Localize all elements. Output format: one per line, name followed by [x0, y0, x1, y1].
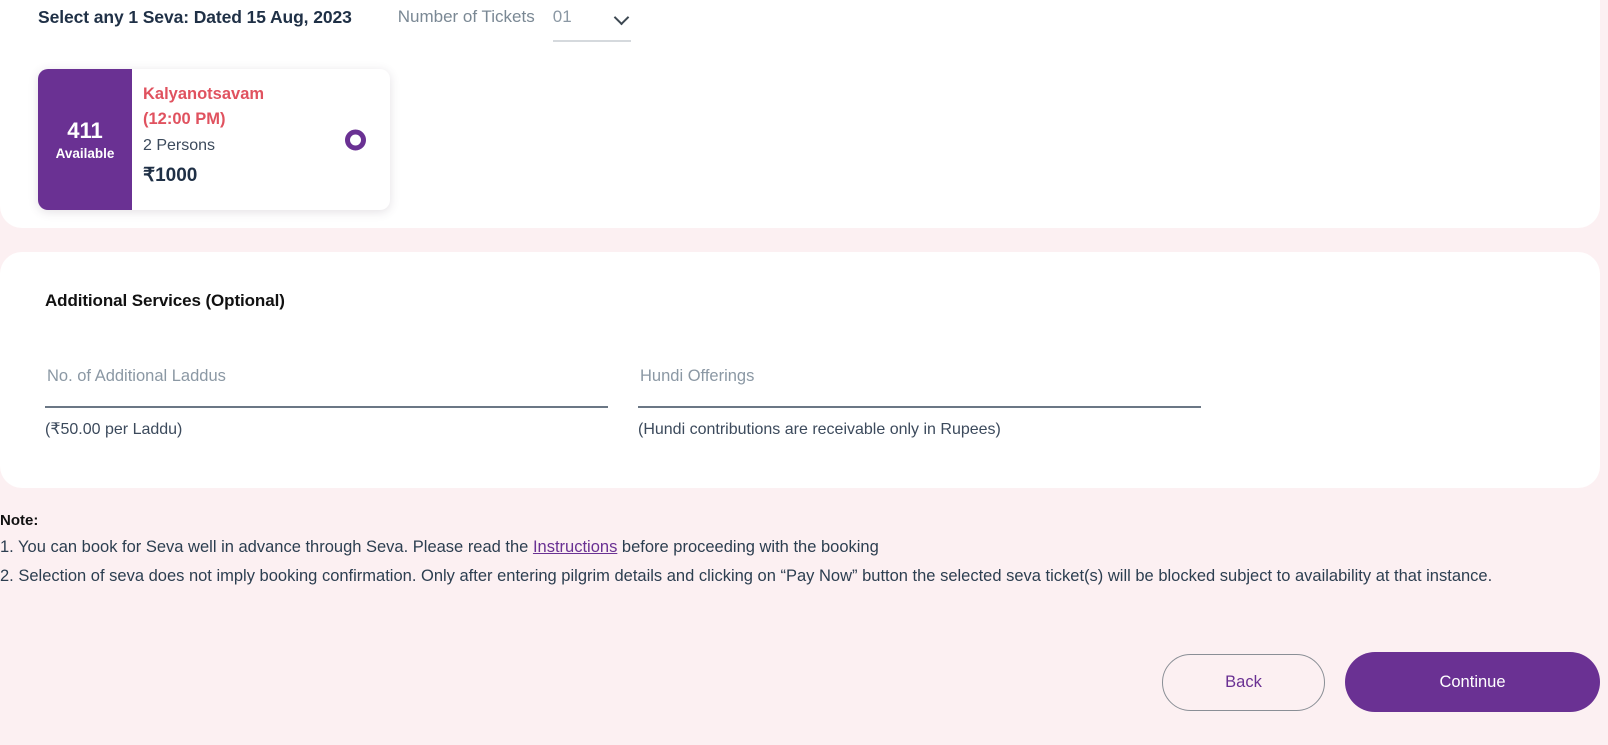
- instructions-link[interactable]: Instructions: [533, 538, 617, 556]
- seva-name: Kalyanotsavam: [143, 85, 265, 103]
- availability-count: 411: [67, 117, 103, 143]
- note-item-1-text-after: before proceeding with the booking: [617, 538, 879, 556]
- ticket-count-value: 01: [552, 7, 572, 26]
- seva-price: ₹1000: [143, 165, 198, 186]
- continue-button[interactable]: Continue: [1345, 652, 1600, 712]
- footer-actions: Back Continue: [1162, 652, 1600, 712]
- ticket-count-group: Number of Tickets 01: [398, 2, 631, 42]
- chevron-down-icon: [615, 10, 629, 24]
- seva-radio-button[interactable]: [345, 129, 366, 150]
- back-button[interactable]: Back: [1162, 653, 1325, 711]
- ticket-count-label: Number of Tickets: [397, 7, 535, 26]
- laddus-price-hint: (₹50.00 per Laddu): [45, 421, 183, 438]
- seva-selection-content: Select any 1 Seva: Dated 15 Aug, 2023 Nu…: [0, 0, 1600, 228]
- note-item-1: 1. You can book for Seva well in advance…: [0, 533, 1560, 562]
- additional-services-panel: Additional Services (Optional) (₹50.00 p…: [0, 252, 1600, 488]
- hundi-currency-hint: (Hundi contributions are receivable only…: [638, 421, 1001, 438]
- page-title: Select any 1 Seva: Dated 15 Aug, 2023: [38, 7, 352, 27]
- note-item-1-text-before: 1. You can book for Seva well in advance…: [0, 538, 533, 556]
- seva-option-card[interactable]: 411 Available Kalyanotsavam (12:00 PM) 2…: [38, 69, 390, 210]
- availability-badge: 411 Available: [38, 69, 132, 210]
- selection-header: Select any 1 Seva: Dated 15 Aug, 2023 Nu…: [38, 2, 631, 42]
- additional-services-heading: Additional Services (Optional): [45, 291, 285, 310]
- availability-label: Available: [55, 145, 115, 161]
- additional-services-fields: (₹50.00 per Laddu) (Hundi contributions …: [45, 367, 1555, 442]
- additional-laddus-input[interactable]: [45, 367, 608, 408]
- laddus-field-group: (₹50.00 per Laddu): [45, 367, 608, 442]
- note-item-2: 2. Selection of seva does not imply book…: [0, 567, 1493, 585]
- note-heading: Note:: [0, 512, 39, 529]
- hundi-field-group: (Hundi contributions are receivable only…: [638, 367, 1201, 442]
- ticket-count-select[interactable]: 01: [552, 2, 631, 42]
- seva-selection-panel: Select any 1 Seva: Dated 15 Aug, 2023 Nu…: [0, 0, 1600, 228]
- seva-card-body: Kalyanotsavam (12:00 PM) 2 Persons ₹1000: [132, 69, 390, 210]
- hundi-offerings-input[interactable]: [638, 367, 1201, 408]
- note-section: Note: 1. You can book for Seva well in a…: [0, 508, 1560, 591]
